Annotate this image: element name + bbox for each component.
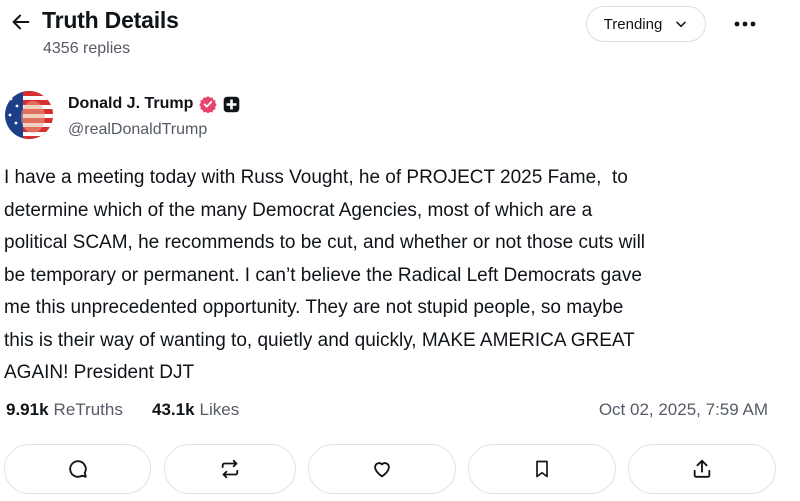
- reply-button[interactable]: [4, 444, 151, 494]
- post-stats: 9.91k ReTruths 43.1k Likes Oct 02, 2025, 7…: [4, 400, 794, 424]
- post-body-line: this is their way of wanting to, quietly…: [4, 329, 635, 351]
- likes-stat[interactable]: 43.1k Likes: [152, 400, 239, 420]
- heart-icon: [374, 462, 390, 478]
- chevron-down-icon: [676, 21, 687, 28]
- author-avatar[interactable]: [5, 91, 53, 139]
- post-body-line: AGAIN! President DJT: [4, 362, 195, 383]
- author-handle: @realDonaldTrump: [68, 121, 208, 138]
- retruth-icon: [221, 459, 239, 479]
- truth-plus-badge-icon: [224, 96, 240, 112]
- post-body-line: I have a meeting today with Russ Vought,…: [4, 167, 628, 188]
- post-body-line: me this unprecedented opportunity. They …: [4, 297, 624, 318]
- page-title: Truth Details: [42, 7, 179, 33]
- sort-label: Trending: [603, 15, 663, 33]
- post-actions: [0, 444, 800, 496]
- author-name[interactable]: Donald J. Trump: [68, 95, 193, 113]
- reply-icon: [68, 460, 87, 478]
- sort-dropdown[interactable]: Trending: [586, 6, 706, 42]
- retruths-count: 9.91k: [6, 400, 49, 419]
- retruths-stat[interactable]: 9.91k ReTruths: [6, 400, 123, 420]
- post-body-line: be temporary or permanent. I can’t belie…: [4, 264, 642, 286]
- bookmark-icon: [536, 460, 548, 478]
- post-timestamp: Oct 02, 2025, 7:59 AM: [598, 400, 768, 419]
- retruth-button[interactable]: [164, 444, 296, 494]
- more-options-button[interactable]: [728, 10, 762, 38]
- arrow-left-icon: [12, 14, 30, 30]
- back-button[interactable]: [8, 9, 34, 35]
- share-button[interactable]: [628, 444, 776, 494]
- avatar-image: [5, 91, 53, 139]
- post-body-line: political SCAM, he recommends to be cut,…: [4, 232, 646, 253]
- bookmark-button[interactable]: [468, 444, 616, 494]
- likes-label: Likes: [199, 400, 240, 419]
- retruths-label: ReTruths: [53, 400, 123, 419]
- replies-count: 4356 replies: [43, 40, 131, 57]
- post-body: I have a meeting today with Russ Vought,…: [4, 162, 794, 390]
- post-body-line: determine which of the many Democrat Age…: [4, 199, 593, 221]
- like-button[interactable]: [308, 444, 456, 494]
- verified-badge-icon: [199, 96, 218, 113]
- page-header: Truth Details 4356 replies Trending: [0, 0, 800, 70]
- author-name-row: Donald J. Trump: [68, 95, 240, 113]
- likes-count: 43.1k: [152, 400, 195, 419]
- share-icon: [693, 459, 711, 478]
- more-horizontal-icon: [734, 21, 756, 27]
